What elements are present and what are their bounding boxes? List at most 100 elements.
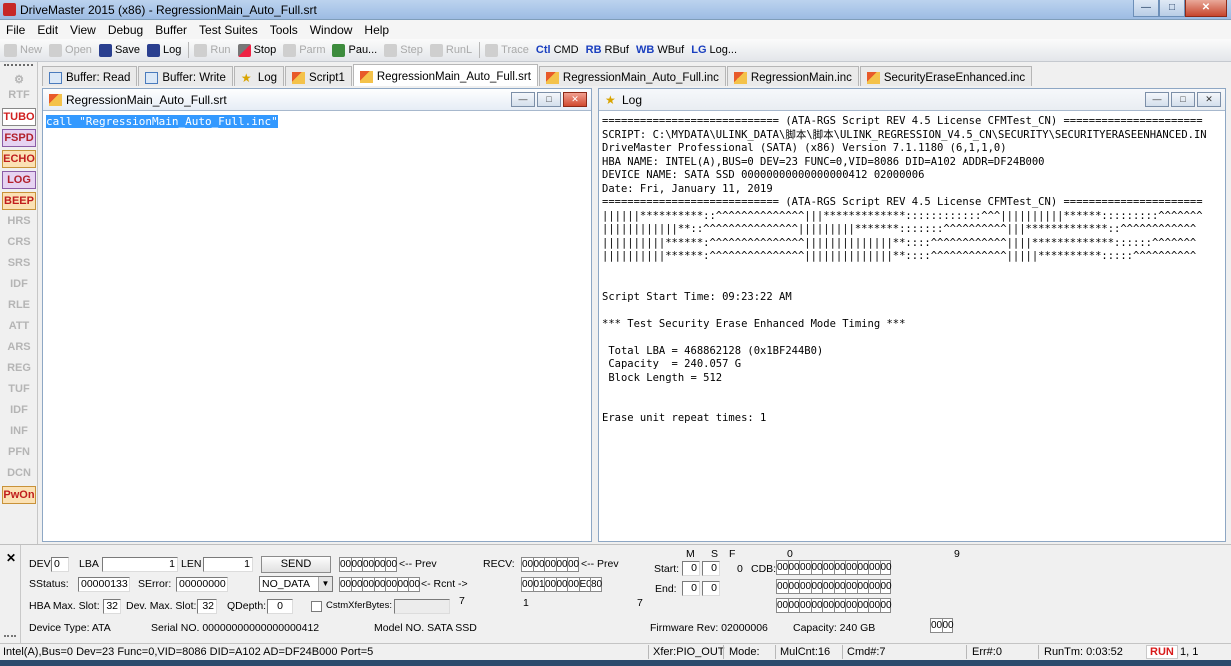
menu-edit[interactable]: Edit (37, 23, 58, 37)
byte-cell[interactable]: 01 (532, 577, 545, 592)
byte-cell[interactable]: 00 (856, 560, 869, 575)
byte-cell[interactable]: 00 (868, 598, 880, 613)
send-button[interactable]: SEND (261, 556, 331, 573)
byte-cell[interactable]: 00 (845, 560, 857, 575)
byte-cell[interactable]: 00 (822, 579, 834, 594)
len-field[interactable]: 1 (203, 557, 253, 572)
byte-cell[interactable]: 00 (822, 598, 834, 613)
sidebar-srs[interactable]: SRS (2, 255, 36, 273)
byte-cell[interactable]: 00 (810, 598, 823, 613)
byte-cell[interactable]: 00 (868, 560, 880, 575)
serror-field[interactable]: 00000000 (176, 577, 228, 592)
byte-cell[interactable]: 00 (350, 557, 363, 572)
byte-cell[interactable]: 00 (787, 598, 800, 613)
log-close-button[interactable]: ✕ (1197, 92, 1221, 107)
sstatus-field[interactable]: 00000133 (78, 577, 130, 592)
script-close-button[interactable]: ✕ (563, 92, 587, 107)
rbuf-button[interactable]: RB RBuf (586, 44, 629, 56)
send-bytes-2[interactable]: 00 00 00 00 00 00 00 (339, 577, 420, 592)
start-s-field[interactable]: 0 (702, 561, 720, 576)
byte-cell[interactable]: 00 (339, 577, 351, 592)
menu-window[interactable]: Window (310, 23, 353, 37)
menu-test-suites[interactable]: Test Suites (199, 23, 258, 37)
dev-slot-field[interactable]: 32 (197, 599, 217, 614)
byte-cell[interactable]: 00 (532, 557, 545, 572)
byte-cell[interactable]: 00 (373, 577, 386, 592)
byte-cell[interactable]: 00 (362, 577, 374, 592)
menu-debug[interactable]: Debug (108, 23, 143, 37)
byte-cell[interactable]: 00 (879, 598, 892, 613)
script-minimize-button[interactable]: — (511, 92, 535, 107)
trace-button[interactable]: Trace (485, 43, 529, 57)
wbuf-button[interactable]: WB WBuf (636, 44, 684, 56)
sidebar-echo[interactable]: ECHO (2, 150, 36, 168)
byte-cell[interactable]: 00 (833, 579, 846, 594)
byte-cell[interactable]: 00 (776, 579, 788, 594)
sidebar-tuf[interactable]: TUF (2, 381, 36, 399)
sidebar-idf[interactable]: IDF (2, 276, 36, 294)
tab-regression-main-auto-full-inc[interactable]: RegressionMain_Auto_Full.inc (538, 66, 726, 86)
byte-cell[interactable]: 00 (567, 577, 579, 592)
end-s-field[interactable]: 0 (702, 581, 720, 596)
byte-cell[interactable]: E0 (578, 577, 592, 592)
save-button[interactable]: Save (98, 43, 140, 57)
maximize-button[interactable]: □ (1159, 0, 1185, 17)
byte-cell[interactable]: 00 (856, 579, 869, 594)
byte-cell[interactable]: 00 (555, 577, 568, 592)
cdb-row-3[interactable]: 00 00 00 00 00 00 00 00 00 00 (776, 598, 892, 613)
cdb-row-1[interactable]: 00 00 00 00 00 00 00 00 00 00 (776, 560, 892, 575)
sidebar-inf[interactable]: INF (2, 423, 36, 441)
sidebar-reg[interactable]: REG (2, 360, 36, 378)
run-button[interactable]: Run (194, 43, 231, 57)
sidebar-beep[interactable]: BEEP (2, 192, 36, 210)
byte-cell[interactable]: 00 (879, 560, 892, 575)
byte-cell[interactable]: 00 (787, 579, 800, 594)
menu-file[interactable]: File (6, 23, 25, 37)
parm-button[interactable]: Parm (283, 43, 325, 57)
sidebar-fspd[interactable]: FSPD (2, 129, 36, 147)
log-dots-button[interactable]: LG Log... (691, 44, 737, 56)
lba-field[interactable]: 1 (102, 557, 178, 572)
log-minimize-button[interactable]: — (1145, 92, 1169, 107)
menu-buffer[interactable]: Buffer (155, 23, 187, 37)
byte-cell[interactable]: 00 (544, 577, 556, 592)
dev-field[interactable]: 0 (51, 557, 69, 572)
byte-cell[interactable]: 00 (567, 557, 579, 572)
new-button[interactable]: New (4, 43, 42, 57)
byte-cell[interactable]: 00 (833, 598, 846, 613)
byte-cell[interactable]: 00 (776, 598, 788, 613)
byte-cell[interactable]: 00 (799, 579, 811, 594)
byte-cell[interactable]: 00 (879, 579, 892, 594)
sidebar-att[interactable]: ATT (2, 318, 36, 336)
sidebar-dcn[interactable]: DCN (2, 465, 36, 483)
tab-regression-main-inc[interactable]: RegressionMain.inc (726, 66, 859, 86)
step-button[interactable]: Step (384, 43, 423, 57)
send-bytes-1[interactable]: 00 00 00 00 00 (339, 557, 397, 572)
sidebar-gear-icon[interactable]: ⚙ (2, 72, 36, 86)
byte-cell[interactable]: 00 (373, 557, 386, 572)
log-button[interactable]: Log (147, 43, 181, 57)
stop-button[interactable]: Stop (237, 43, 276, 57)
script-maximize-button[interactable]: □ (537, 92, 561, 107)
qdepth-field[interactable]: 0 (267, 599, 293, 614)
byte-cell[interactable]: 00 (822, 560, 834, 575)
start-m-field[interactable]: 0 (682, 561, 700, 576)
byte-cell[interactable]: 00 (845, 579, 857, 594)
menu-view[interactable]: View (70, 23, 96, 37)
byte-cell[interactable]: 00 (810, 579, 823, 594)
byte-cell[interactable]: 80 (590, 577, 602, 592)
sidebar-pfn[interactable]: PFN (2, 444, 36, 462)
sidebar-tubo[interactable]: TUBO (2, 108, 36, 126)
byte-cell[interactable]: 00 (555, 557, 568, 572)
protocol-select[interactable]: NO_DATA ▼ (259, 576, 333, 592)
tab-security-erase-enhanced-inc[interactable]: SecurityEraseEnhanced.inc (859, 66, 1033, 86)
sidebar-rtf[interactable]: RTF (2, 87, 36, 105)
open-button[interactable]: Open (49, 43, 92, 57)
byte-cell[interactable]: 00 (408, 577, 420, 592)
byte-cell[interactable]: 00 (362, 557, 374, 572)
menu-tools[interactable]: Tools (270, 23, 298, 37)
tab-regression-main-auto-full-srt[interactable]: RegressionMain_Auto_Full.srt (352, 64, 538, 86)
sidebar-pwon[interactable]: PwOn (2, 486, 36, 504)
byte-cell[interactable]: 00 (521, 557, 533, 572)
menu-help[interactable]: Help (364, 23, 389, 37)
